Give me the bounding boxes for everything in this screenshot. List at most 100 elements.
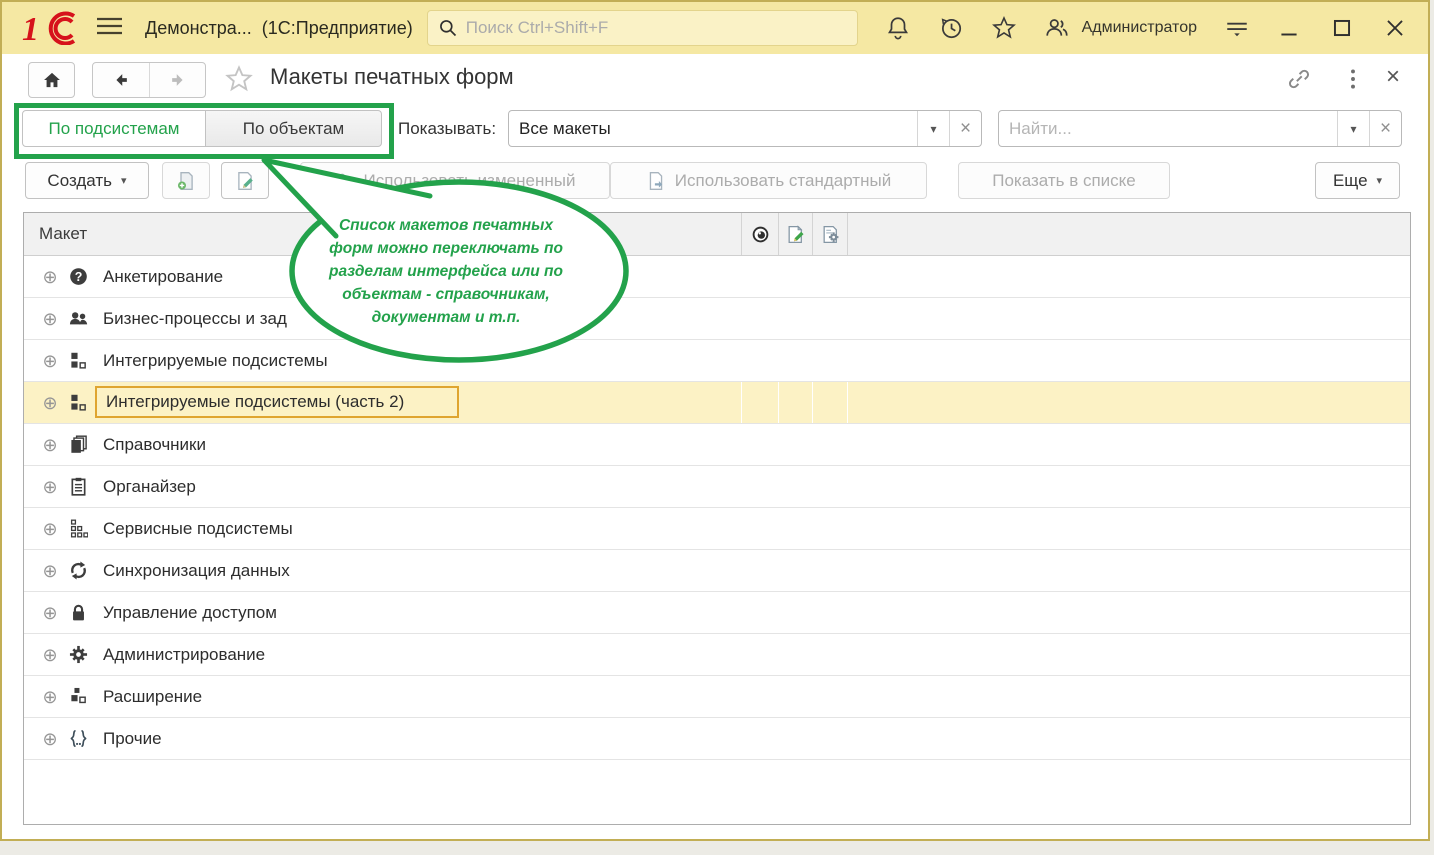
- subsystem-blocks-icon: [65, 393, 91, 413]
- favorites-star-icon[interactable]: [991, 15, 1017, 41]
- table-row[interactable]: ⊕ Сервисные подсистемы: [24, 508, 1410, 550]
- show-in-list-button[interactable]: Показать в списке: [958, 162, 1170, 199]
- eye-icon: [751, 225, 770, 244]
- user-name: Администратор: [1082, 19, 1197, 37]
- find-dropdown-arrow-icon[interactable]: ▾: [1338, 111, 1369, 146]
- lock-icon: [65, 603, 91, 623]
- service-menu-icon[interactable]: [1224, 15, 1250, 41]
- back-arrow-icon: [111, 70, 131, 90]
- expand-icon[interactable]: ⊕: [37, 604, 63, 622]
- svg-text:1: 1: [22, 11, 39, 45]
- svg-text:?: ?: [74, 270, 82, 284]
- table-row[interactable]: ⊕ Справочники: [24, 424, 1410, 466]
- braces-icon: [65, 729, 91, 749]
- use-modified-icon: [335, 171, 355, 191]
- templates-table: Макет ⊕ ? Анкетирование ⊕ Бизнес-процесс…: [23, 212, 1411, 825]
- form-favorite-star-icon[interactable]: [224, 64, 254, 94]
- more-button[interactable]: Еще▾: [1315, 162, 1400, 199]
- main-menu-icon[interactable]: [96, 16, 123, 41]
- create-button[interactable]: Создать▾: [25, 162, 149, 199]
- search-input[interactable]: [466, 18, 847, 38]
- clear-find-icon[interactable]: ×: [1370, 111, 1401, 146]
- table-row[interactable]: ⊕ Расширение: [24, 676, 1410, 718]
- dropdown-arrow-icon[interactable]: ▾: [918, 111, 949, 146]
- table-row[interactable]: ⊕ Синхронизация данных: [24, 550, 1410, 592]
- table-row[interactable]: ⊕ Бизнес-процессы и зад: [24, 298, 1410, 340]
- row-label: Расширение: [103, 687, 202, 707]
- row-label: Синхронизация данных: [103, 561, 290, 581]
- create-caret-icon: ▾: [121, 174, 127, 187]
- home-icon: [42, 70, 62, 90]
- row-label: Управление доступом: [103, 603, 277, 623]
- table-row[interactable]: ⊕ Администрирование: [24, 634, 1410, 676]
- column-header-maket[interactable]: Макет: [24, 213, 741, 255]
- expand-icon[interactable]: ⊕: [37, 562, 63, 580]
- tab-by-objects[interactable]: По объектам: [205, 110, 382, 147]
- expand-icon[interactable]: ⊕: [37, 352, 63, 370]
- show-filter-value: Все макеты: [509, 111, 917, 146]
- expand-icon[interactable]: ⊕: [37, 688, 63, 706]
- tab-by-subsystems[interactable]: По подсистемам: [22, 110, 206, 147]
- row-label: Сервисные подсистемы: [103, 519, 293, 539]
- question-circle-icon: ?: [65, 267, 91, 287]
- table-row[interactable]: ⊕ Органайзер: [24, 466, 1410, 508]
- user-icon[interactable]: [1044, 15, 1070, 41]
- minimize-button[interactable]: [1276, 15, 1302, 41]
- expand-icon[interactable]: ⊕: [37, 394, 63, 412]
- use-standard-icon: [646, 171, 666, 191]
- expand-icon[interactable]: ⊕: [37, 478, 63, 496]
- search-icon: [438, 18, 458, 38]
- show-filter-label: Показывать:: [398, 110, 496, 147]
- expand-icon[interactable]: ⊕: [37, 520, 63, 538]
- global-search[interactable]: [427, 10, 858, 46]
- subsystem-blocks-icon: [65, 351, 91, 371]
- use-standard-button[interactable]: Использовать стандартный: [610, 162, 927, 199]
- header-spacer: [847, 213, 1410, 255]
- find-input[interactable]: [999, 111, 1337, 146]
- edit-template-icon: [235, 171, 255, 191]
- app-kind: (1С:Предприятие): [262, 18, 413, 39]
- home-button[interactable]: [28, 62, 75, 98]
- row-label: Анкетирование: [103, 267, 223, 287]
- show-filter-combo[interactable]: Все макеты ▾ ×: [508, 110, 982, 147]
- edit-template-icon: [786, 225, 805, 244]
- row-label: Справочники: [103, 435, 206, 455]
- notifications-bell-icon[interactable]: [885, 15, 911, 41]
- clear-filter-icon[interactable]: ×: [950, 111, 981, 146]
- table-row[interactable]: ⊕ ? Анкетирование: [24, 256, 1410, 298]
- more-menu-dots-icon[interactable]: [1340, 66, 1366, 92]
- close-form-button[interactable]: ×: [1378, 62, 1408, 92]
- service-blocks-icon: [65, 519, 91, 539]
- expand-icon[interactable]: ⊕: [37, 646, 63, 664]
- table-row[interactable]: ⊕ Интегрируемые подсистемы: [24, 340, 1410, 382]
- edit-template-button[interactable]: [221, 162, 269, 199]
- expand-icon[interactable]: ⊕: [37, 730, 63, 748]
- use-modified-button[interactable]: Использовать измененный: [300, 162, 610, 199]
- table-row[interactable]: ⊕ Управление доступом: [24, 592, 1410, 634]
- page-title: Макеты печатных форм: [270, 64, 514, 90]
- organizer-icon: [65, 477, 91, 497]
- more-caret-icon: ▾: [1377, 174, 1383, 187]
- table-row[interactable]: ⊕ Интегрируемые подсистемы (часть 2): [24, 382, 1410, 424]
- new-template-button[interactable]: [162, 162, 210, 199]
- row-label: Интегрируемые подсистемы (часть 2): [106, 392, 404, 412]
- expand-icon[interactable]: ⊕: [37, 268, 63, 286]
- new-template-icon: [176, 171, 196, 191]
- titlebar: 1 Демонстра... (1С:Предприятие): [2, 2, 1428, 54]
- admin-gear-icon: [65, 645, 91, 665]
- table-row[interactable]: ⊕ Прочие: [24, 718, 1410, 760]
- expand-icon[interactable]: ⊕: [37, 310, 63, 328]
- forward-button[interactable]: [149, 63, 205, 97]
- history-icon[interactable]: [938, 15, 964, 41]
- find-combo[interactable]: ▾ ×: [998, 110, 1402, 147]
- back-button[interactable]: [93, 63, 149, 97]
- table-header: Макет: [24, 213, 1410, 256]
- row-label: Бизнес-процессы и зад: [103, 309, 287, 329]
- row-label: Администрирование: [103, 645, 265, 665]
- row-label: Органайзер: [103, 477, 196, 497]
- expand-icon[interactable]: ⊕: [37, 436, 63, 454]
- close-window-button[interactable]: [1382, 15, 1408, 41]
- row-label: Интегрируемые подсистемы: [103, 351, 328, 371]
- get-link-icon[interactable]: [1286, 66, 1312, 92]
- maximize-button[interactable]: [1329, 15, 1355, 41]
